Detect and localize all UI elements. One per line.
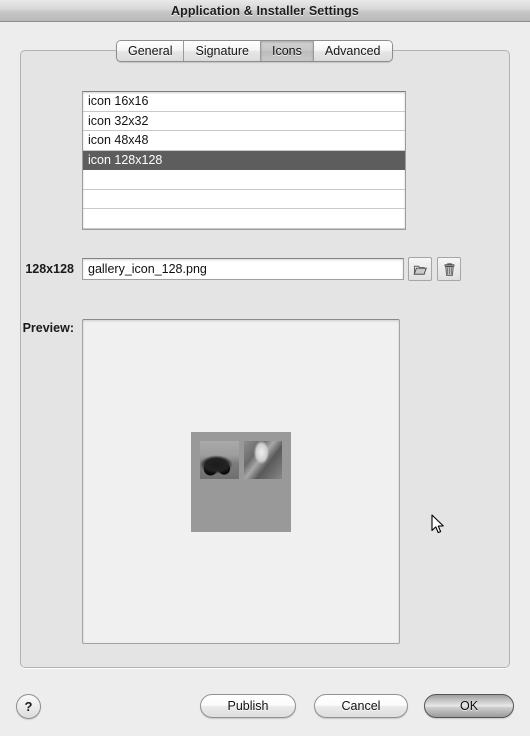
list-item[interactable]	[83, 170, 405, 190]
list-item-label: icon 48x48	[88, 133, 149, 148]
list-item[interactable]	[83, 209, 405, 229]
tab-bar: General Signature Icons Advanced	[116, 40, 393, 62]
publish-button-label: Publish	[227, 699, 269, 713]
preview-thumbnail	[200, 440, 239, 479]
icon-preview-image	[191, 431, 291, 532]
list-item-label: icon 128x128	[88, 152, 163, 167]
list-item-label: icon 32x32	[88, 113, 149, 128]
window-body: General Signature Icons Advanced icon 16…	[0, 22, 530, 736]
tab-signature-label: Signature	[195, 44, 249, 58]
list-item[interactable]	[83, 190, 405, 209]
list-item[interactable]: icon 32x32	[83, 112, 405, 131]
help-button-label: ?	[24, 699, 33, 714]
icon-size-list[interactable]: icon 16x16 icon 32x32 icon 48x48 icon 12…	[82, 91, 406, 230]
tab-icons[interactable]: Icons	[261, 41, 314, 61]
tab-advanced[interactable]: Advanced	[313, 41, 392, 61]
publish-button[interactable]: Publish	[200, 694, 296, 718]
preview-pane	[82, 319, 400, 644]
preview-thumbnail	[244, 484, 283, 523]
help-button[interactable]: ?	[16, 694, 41, 719]
tab-icons-label: Icons	[272, 44, 302, 58]
tab-signature[interactable]: Signature	[184, 41, 261, 61]
browse-file-button[interactable]	[408, 257, 432, 281]
ok-button[interactable]: OK	[424, 694, 514, 718]
list-item-label: icon 16x16	[88, 94, 149, 109]
filename-value: gallery_icon_128.png	[88, 262, 207, 276]
folder-icon	[413, 265, 427, 275]
tab-general-label: General	[128, 44, 173, 58]
preview-thumbnail	[243, 440, 282, 479]
window-title: Application & Installer Settings	[171, 3, 359, 18]
selected-size-label: 128x128	[25, 262, 74, 276]
list-item-selected[interactable]: icon 128x128	[83, 150, 405, 170]
cancel-button[interactable]: Cancel	[314, 694, 408, 718]
filename-input[interactable]: gallery_icon_128.png	[82, 258, 404, 280]
cancel-button-label: Cancel	[341, 699, 381, 713]
trash-icon	[443, 262, 455, 276]
window-titlebar: Application & Installer Settings	[0, 0, 530, 22]
delete-file-button[interactable]	[437, 257, 461, 281]
list-item[interactable]: icon 16x16	[83, 92, 405, 112]
ok-button-label: OK	[459, 699, 479, 713]
tab-general[interactable]: General	[117, 41, 185, 61]
preview-label: Preview:	[22, 321, 74, 335]
list-item[interactable]: icon 48x48	[83, 131, 405, 151]
tab-advanced-label: Advanced	[324, 44, 381, 58]
preview-thumbnail	[200, 484, 239, 523]
